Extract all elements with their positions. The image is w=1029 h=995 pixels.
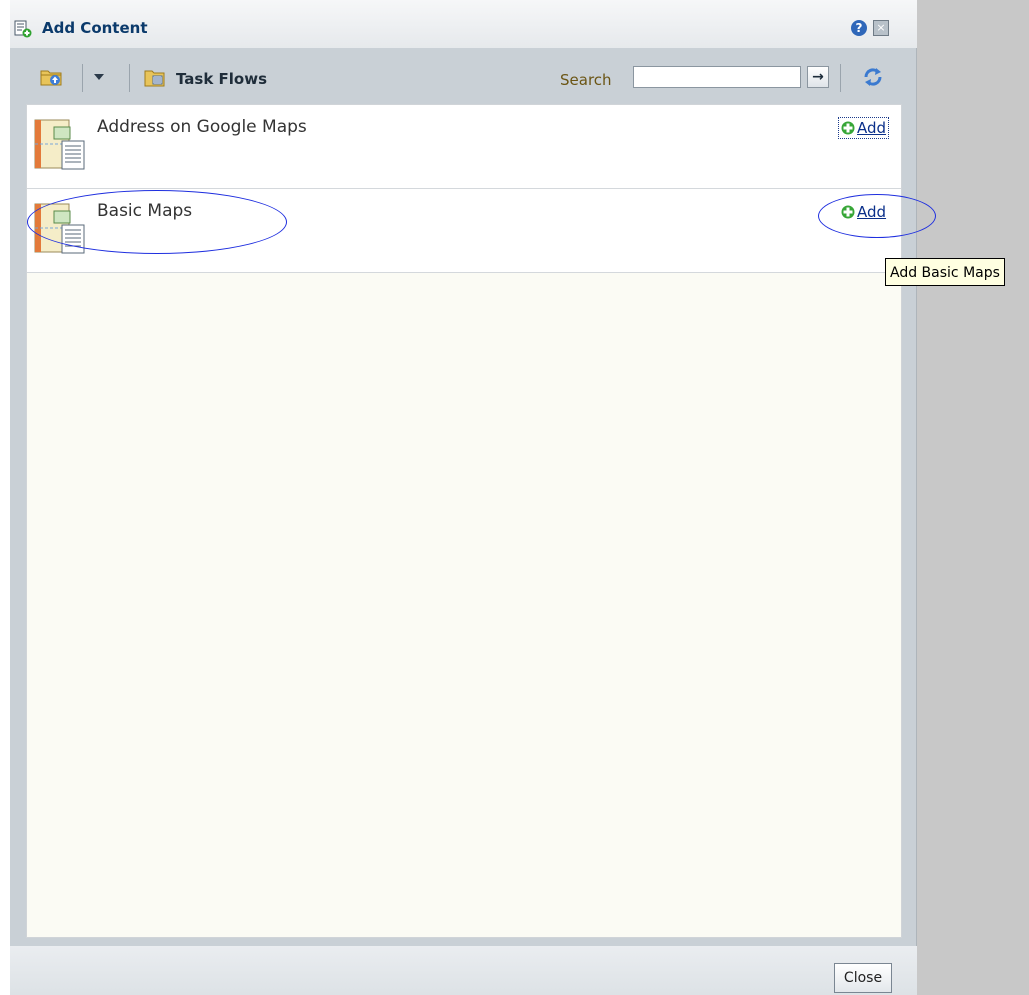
refresh-icon[interactable] (860, 64, 886, 90)
item-title: Basic Maps (97, 201, 193, 221)
content-list: Address on Google Maps Add Basic Maps Ad… (26, 104, 902, 938)
plus-icon (841, 121, 855, 135)
task-flow-item-icon (34, 119, 88, 171)
search-input[interactable] (633, 66, 801, 88)
toolbar-separator (82, 64, 83, 92)
folder-up-icon[interactable] (40, 66, 64, 88)
help-icon[interactable]: ? (851, 20, 867, 36)
add-button[interactable]: Add (839, 202, 888, 222)
task-flows-icon (144, 68, 166, 88)
add-button[interactable]: Add (837, 117, 890, 139)
toolbar-separator (840, 64, 841, 92)
breadcrumb-task-flows[interactable]: Task Flows (176, 70, 267, 88)
close-icon[interactable]: × (873, 20, 889, 36)
toolbar-separator (129, 64, 130, 92)
tooltip: Add Basic Maps (885, 258, 1005, 286)
item-title: Address on Google Maps (97, 117, 307, 137)
add-content-dialog: Add Content ? × Task Flows Search → Addr… (10, 0, 917, 995)
chevron-down-icon[interactable] (94, 74, 104, 80)
background-strip (917, 0, 1029, 995)
add-label: Add (857, 203, 887, 221)
list-item: Basic Maps Add (27, 189, 901, 273)
dialog-footer: Close (10, 946, 917, 995)
search-label: Search (560, 71, 612, 89)
plus-icon (841, 205, 855, 219)
add-content-icon (14, 20, 32, 38)
dialog-title: Add Content (42, 19, 148, 37)
task-flow-item-icon (34, 203, 88, 255)
page: Add Content ? × Task Flows Search → Addr… (0, 0, 1029, 995)
close-button[interactable]: Close (834, 963, 892, 993)
toolbar: Task Flows Search → (26, 58, 912, 102)
dialog-title-bar: Add Content ? × (10, 0, 917, 48)
search-go-button[interactable]: → (807, 66, 829, 88)
add-label: Add (857, 119, 887, 137)
list-item: Address on Google Maps Add (27, 105, 901, 189)
